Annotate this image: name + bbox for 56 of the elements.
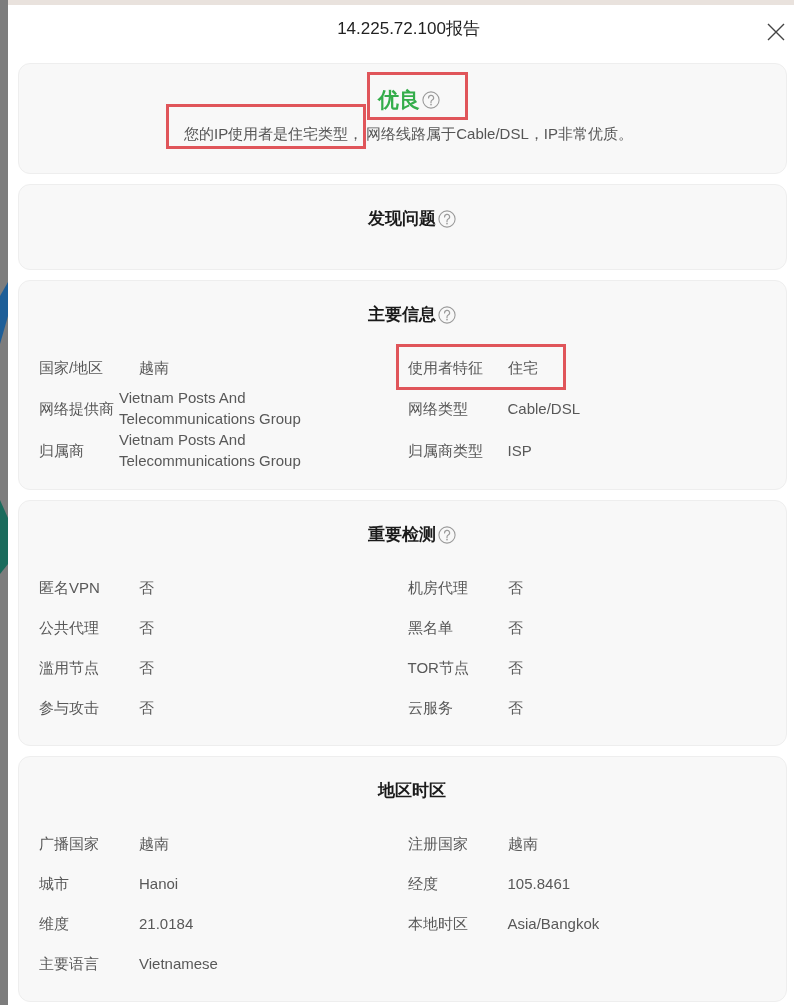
field-value: 越南 — [139, 357, 169, 378]
help-icon[interactable] — [437, 526, 456, 544]
field-label: 归属商 — [39, 440, 85, 461]
field-label: 使用者特征 — [407, 357, 484, 378]
description-text: 网络线路属于Cable/DSL，IP非常优质。 — [366, 125, 633, 142]
help-icon[interactable] — [421, 91, 440, 109]
field-value: Vietnamese — [139, 953, 218, 974]
field-label: 网络提供商 — [39, 398, 114, 419]
field-label: 云服务 — [407, 697, 454, 718]
field-value: 否 — [139, 577, 154, 598]
field-value: 越南 — [507, 833, 538, 854]
field-label: 滥用节点 — [39, 657, 100, 678]
section-title: 发现问题 — [367, 208, 436, 230]
field-label: 城市 — [39, 873, 70, 894]
field-label: 归属商类型 — [407, 440, 484, 461]
field-value: Vietnam Posts And Telecommunications Group — [119, 388, 302, 429]
field-value: 否 — [507, 617, 523, 638]
field-label: 黑名单 — [407, 617, 454, 638]
field-label: 机房代理 — [407, 577, 469, 598]
field-label: 匿名VPN — [39, 577, 101, 598]
field-value: 否 — [507, 697, 523, 718]
field-value: Cable/DSL — [507, 398, 581, 419]
field-value: 否 — [139, 617, 154, 638]
field-label: 国家/地区 — [39, 357, 105, 378]
field-value: 否 — [507, 657, 523, 678]
field-value: 否 — [507, 577, 523, 598]
section-title: 地区时区 — [377, 780, 446, 802]
field-value: 否 — [139, 697, 154, 718]
field-label: 网络类型 — [407, 398, 469, 419]
section-title: 主要信息 — [367, 304, 436, 326]
help-icon[interactable] — [437, 210, 456, 228]
field-label: 公共代理 — [39, 617, 100, 638]
field-value: 否 — [139, 657, 154, 678]
field-label: 经度 — [407, 873, 439, 894]
field-value: 21.0184 — [139, 913, 194, 934]
description-text: 您的IP使用者是住宅类型， — [184, 125, 364, 142]
field-label: 主要语言 — [39, 953, 100, 974]
help-icon[interactable] — [437, 306, 456, 324]
field-value: Asia/Bangkok — [507, 913, 600, 934]
field-value: Hanoi — [139, 873, 179, 894]
field-label: 维度 — [39, 913, 70, 934]
close-button[interactable] — [767, 23, 785, 41]
section-title: 重要检测 — [367, 524, 436, 546]
field-label: 本地时区 — [407, 913, 469, 934]
field-label: 广播国家 — [39, 833, 100, 854]
field-label: 注册国家 — [407, 833, 469, 854]
field-value: 越南 — [139, 833, 169, 854]
field-label: TOR节点 — [407, 657, 470, 678]
field-label: 参与攻击 — [39, 697, 100, 718]
field-value: Vietnam Posts And Telecommunications Group — [119, 430, 302, 471]
rating-text: 优良 — [377, 87, 420, 113]
field-value: ISP — [507, 440, 532, 461]
dialog-title: 14.225.72.100报告 — [337, 18, 480, 40]
field-value: 105.8461 — [507, 873, 571, 894]
field-value: 住宅 — [507, 357, 538, 378]
close-icon — [767, 23, 785, 41]
